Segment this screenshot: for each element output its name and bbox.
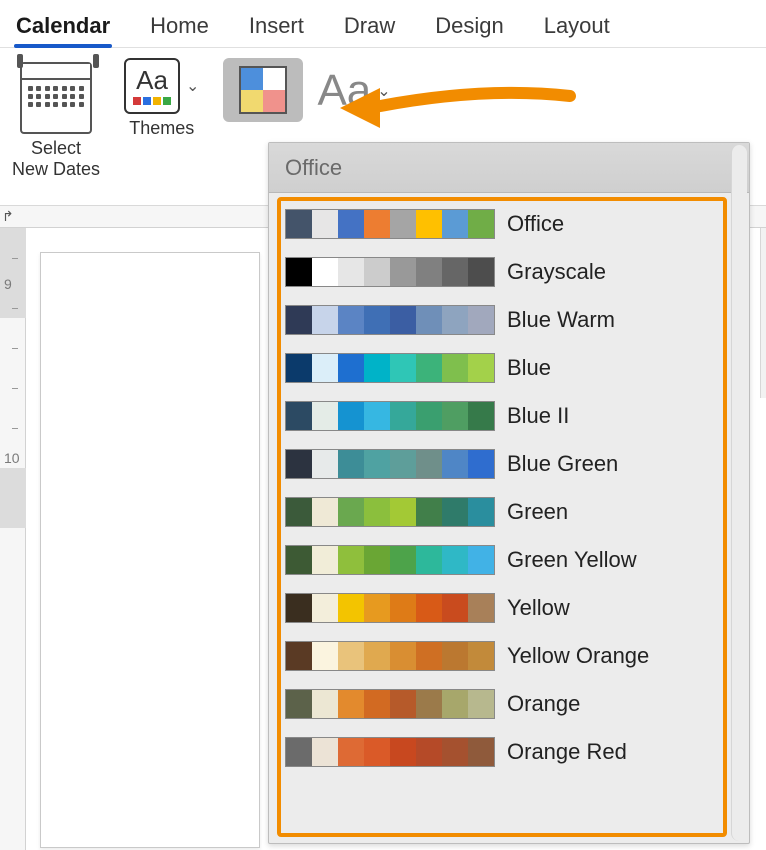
color-scheme-item[interactable]: Blue Warm [285, 305, 733, 335]
themes-icon: Aa [124, 58, 180, 114]
color-scheme-label: Blue Green [507, 451, 618, 477]
color-scheme-label: Office [507, 211, 564, 237]
tab-draw[interactable]: Draw [342, 5, 397, 47]
ruler-mark: 10 [4, 450, 20, 466]
color-scheme-swatches [285, 401, 495, 431]
color-scheme-item[interactable]: Orange [285, 689, 733, 719]
calendar-icon [20, 62, 92, 134]
color-scheme-list: Office Grayscale Blue Warm Blue Blue II Blue … [279, 201, 739, 775]
ribbon-tabs: Calendar Home Insert Draw Design Layout [0, 0, 766, 48]
color-scheme-label: Green [507, 499, 568, 525]
tab-design[interactable]: Design [433, 5, 505, 47]
scrollbar[interactable] [731, 145, 747, 841]
tab-layout[interactable]: Layout [542, 5, 612, 47]
right-ruler-edge [760, 228, 766, 398]
color-scheme-label: Blue II [507, 403, 569, 429]
color-scheme-swatches [285, 593, 495, 623]
color-scheme-item[interactable]: Orange Red [285, 737, 733, 767]
color-scheme-swatches [285, 737, 495, 767]
color-scheme-item[interactable]: Blue [285, 353, 733, 383]
theme-colors-button[interactable] [223, 58, 303, 122]
document-page [40, 252, 260, 848]
tab-home[interactable]: Home [148, 5, 211, 47]
chevron-down-icon: ⌄ [377, 81, 390, 101]
color-scheme-swatches [285, 449, 495, 479]
color-scheme-item[interactable]: Blue Green [285, 449, 733, 479]
themes-label: Themes [129, 118, 194, 139]
color-scheme-swatches [285, 353, 495, 383]
select-new-dates-button[interactable]: Select New Dates [12, 58, 100, 179]
color-scheme-label: Orange Red [507, 739, 627, 765]
color-scheme-item[interactable]: Yellow [285, 593, 733, 623]
color-scheme-label: Yellow [507, 595, 570, 621]
chevron-down-icon: ⌄ [186, 76, 199, 96]
color-scheme-label: Blue [507, 355, 551, 381]
theme-colors-icon [239, 66, 287, 114]
ruler-mark: 9 [4, 276, 12, 292]
select-new-dates-label: Select New Dates [12, 138, 100, 179]
color-scheme-swatches [285, 689, 495, 719]
color-scheme-item[interactable]: Green [285, 497, 733, 527]
theme-fonts-button[interactable]: Aa ⌄ [317, 66, 390, 116]
theme-colors-dropdown: Office Office Grayscale Blue Warm Blue Blue … [268, 142, 750, 844]
color-scheme-swatches [285, 545, 495, 575]
color-scheme-item[interactable]: Grayscale [285, 257, 733, 287]
color-scheme-item[interactable]: Office [285, 209, 733, 239]
color-scheme-label: Yellow Orange [507, 643, 649, 669]
color-scheme-swatches [285, 305, 495, 335]
color-scheme-label: Grayscale [507, 259, 606, 285]
color-scheme-swatches [285, 641, 495, 671]
dropdown-section-header: Office [269, 143, 749, 193]
color-scheme-item[interactable]: Yellow Orange [285, 641, 733, 671]
vertical-ruler: 9 10 [0, 228, 26, 850]
color-scheme-swatches [285, 497, 495, 527]
color-scheme-label: Orange [507, 691, 580, 717]
tab-insert[interactable]: Insert [247, 5, 306, 47]
color-scheme-item[interactable]: Blue II [285, 401, 733, 431]
themes-button[interactable]: Aa ⌄ Themes [124, 58, 199, 139]
color-scheme-swatches [285, 257, 495, 287]
tab-calendar[interactable]: Calendar [14, 5, 112, 47]
color-scheme-label: Blue Warm [507, 307, 615, 333]
fonts-icon: Aa [317, 66, 371, 116]
tab-stop-icon: ↱ [2, 208, 14, 225]
color-scheme-label: Green Yellow [507, 547, 637, 573]
color-scheme-swatches [285, 209, 495, 239]
color-scheme-item[interactable]: Green Yellow [285, 545, 733, 575]
